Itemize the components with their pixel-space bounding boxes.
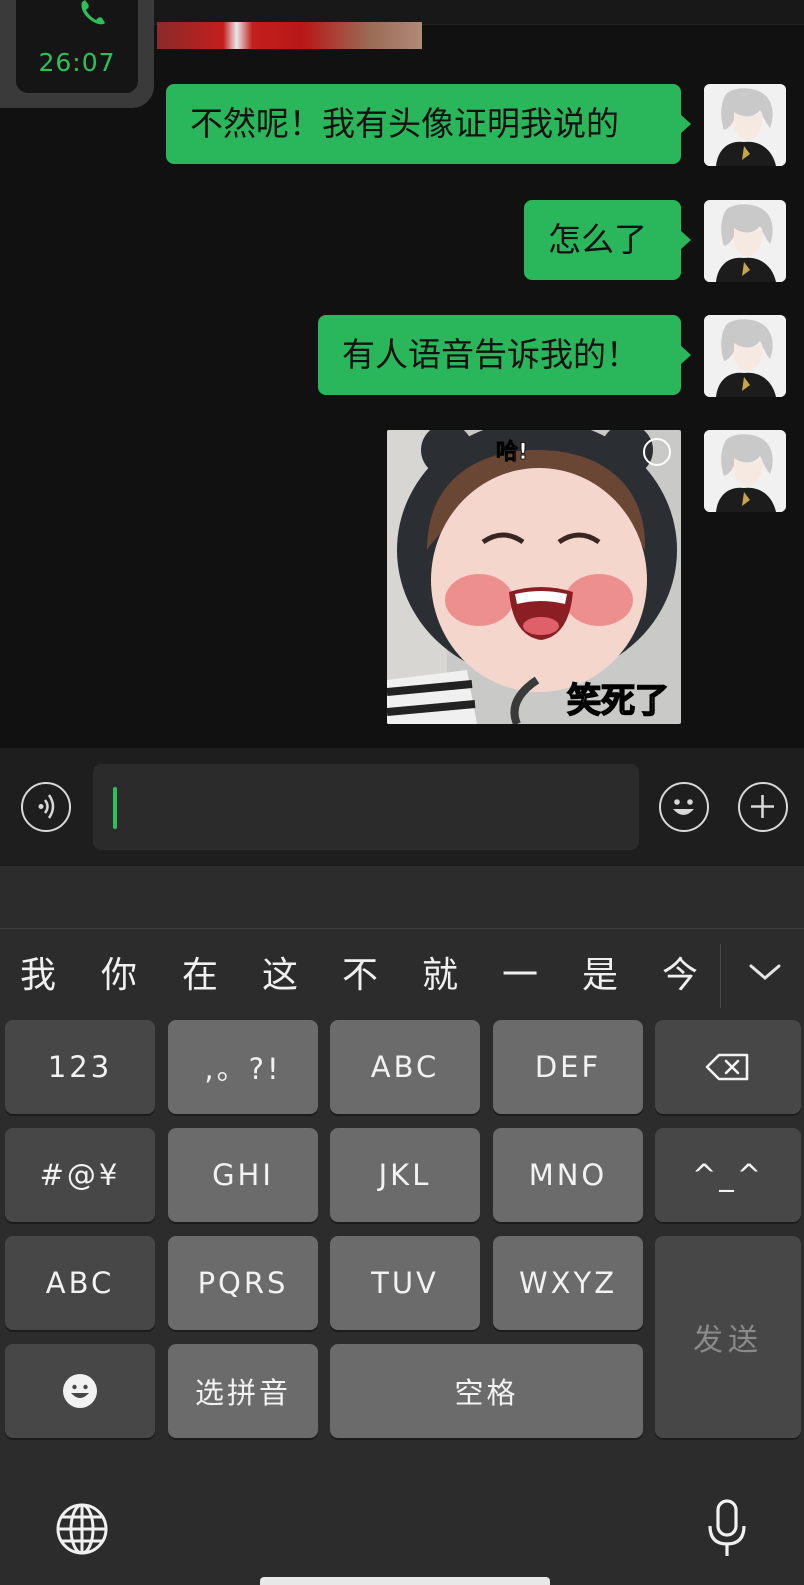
smiley-icon	[673, 799, 694, 815]
chevron-down-icon[interactable]	[748, 962, 782, 982]
plus-icon	[751, 795, 774, 818]
candidate-word[interactable]: 今天	[662, 946, 720, 1010]
avatar[interactable]	[704, 84, 786, 166]
microphone-icon[interactable]	[706, 1498, 748, 1560]
key-wxyz[interactable]: WXYZ	[493, 1236, 643, 1330]
candidate-word[interactable]: 这	[262, 946, 298, 998]
key-select-pinyin[interactable]: 选拼音	[168, 1344, 318, 1438]
sticker-message[interactable]: 哈! 笑死了	[387, 430, 681, 724]
previous-image-message[interactable]	[157, 22, 422, 49]
key-jkl[interactable]: JKL	[330, 1128, 480, 1222]
avatar-image	[704, 200, 786, 282]
key-mno[interactable]: MNO	[493, 1128, 643, 1222]
chat-input-bar	[0, 748, 804, 866]
message-bubble[interactable]: 怎么了	[524, 200, 691, 280]
avatar-image	[704, 315, 786, 397]
message-bubble[interactable]: 有人语音告诉我的！	[318, 315, 691, 395]
sticker-caption: 笑死了	[567, 681, 669, 721]
key-123[interactable]: 123	[5, 1020, 155, 1114]
key-def[interactable]: DEF	[493, 1020, 643, 1114]
candidate-divider	[720, 944, 721, 1008]
candidate-bar: 我 你 在 这 不 就 一 是 今天	[0, 930, 720, 1010]
candidate-word[interactable]: 是	[582, 946, 618, 998]
key-symbols[interactable]: #@¥	[5, 1128, 155, 1222]
chat-area: 26:07 不然呢！我有头像证明我说的 怎么了 有人语音告诉我的！ 哈! 笑死了	[0, 0, 804, 748]
globe-icon[interactable]	[55, 1502, 109, 1556]
voice-wave-icon	[38, 794, 55, 819]
text-caret	[113, 787, 117, 829]
key-abc[interactable]: ABC	[330, 1020, 480, 1114]
key-pqrs[interactable]: PQRS	[168, 1236, 318, 1330]
emoji-key[interactable]	[5, 1344, 155, 1438]
message-bubble[interactable]: 不然呢！我有头像证明我说的	[166, 84, 691, 164]
phone-icon	[81, 0, 105, 25]
floating-call-window[interactable]: 26:07	[0, 0, 154, 108]
candidate-word[interactable]: 一	[502, 946, 538, 998]
emoji-face-icon	[63, 1374, 97, 1408]
keyboard: 我 你 在 这 不 就 一 是 今天 123 ,。?! ABC DEF #@¥ …	[0, 866, 804, 1585]
home-indicator[interactable]	[260, 1577, 550, 1585]
message-input[interactable]	[93, 764, 639, 850]
keyboard-toolbar	[0, 866, 804, 929]
key-tuv[interactable]: TUV	[330, 1236, 480, 1330]
backspace-icon	[705, 1053, 749, 1081]
key-ghi[interactable]: GHI	[168, 1128, 318, 1222]
avatar-image	[704, 430, 786, 512]
backspace-key[interactable]	[655, 1020, 801, 1114]
send-button[interactable]: 发送	[655, 1236, 801, 1438]
key-abc-mode[interactable]: ABC	[5, 1236, 155, 1330]
candidate-word[interactable]: 你	[101, 946, 137, 998]
avatar[interactable]	[704, 315, 786, 397]
candidate-word[interactable]: 在	[182, 946, 218, 998]
candidate-word[interactable]: 我	[20, 946, 56, 998]
laughing-child-sticker-image: 哈! 笑死了	[387, 430, 681, 724]
candidate-word[interactable]: 不	[342, 946, 378, 998]
key-kaomoji[interactable]: ^_^	[655, 1128, 801, 1222]
space-key[interactable]: 空格	[330, 1344, 643, 1438]
key-punctuation[interactable]: ,。?!	[168, 1020, 318, 1114]
candidate-word[interactable]: 就	[422, 946, 458, 998]
avatar[interactable]	[704, 430, 786, 512]
emoji-button[interactable]	[659, 782, 709, 832]
call-duration: 26:07	[38, 48, 116, 77]
voice-input-button[interactable]	[21, 782, 71, 832]
avatar[interactable]	[704, 200, 786, 282]
call-window-panel[interactable]: 26:07	[16, 0, 138, 93]
sticker-top-text: 哈!	[496, 439, 528, 465]
avatar-image	[704, 84, 786, 166]
more-options-button[interactable]	[738, 782, 788, 832]
